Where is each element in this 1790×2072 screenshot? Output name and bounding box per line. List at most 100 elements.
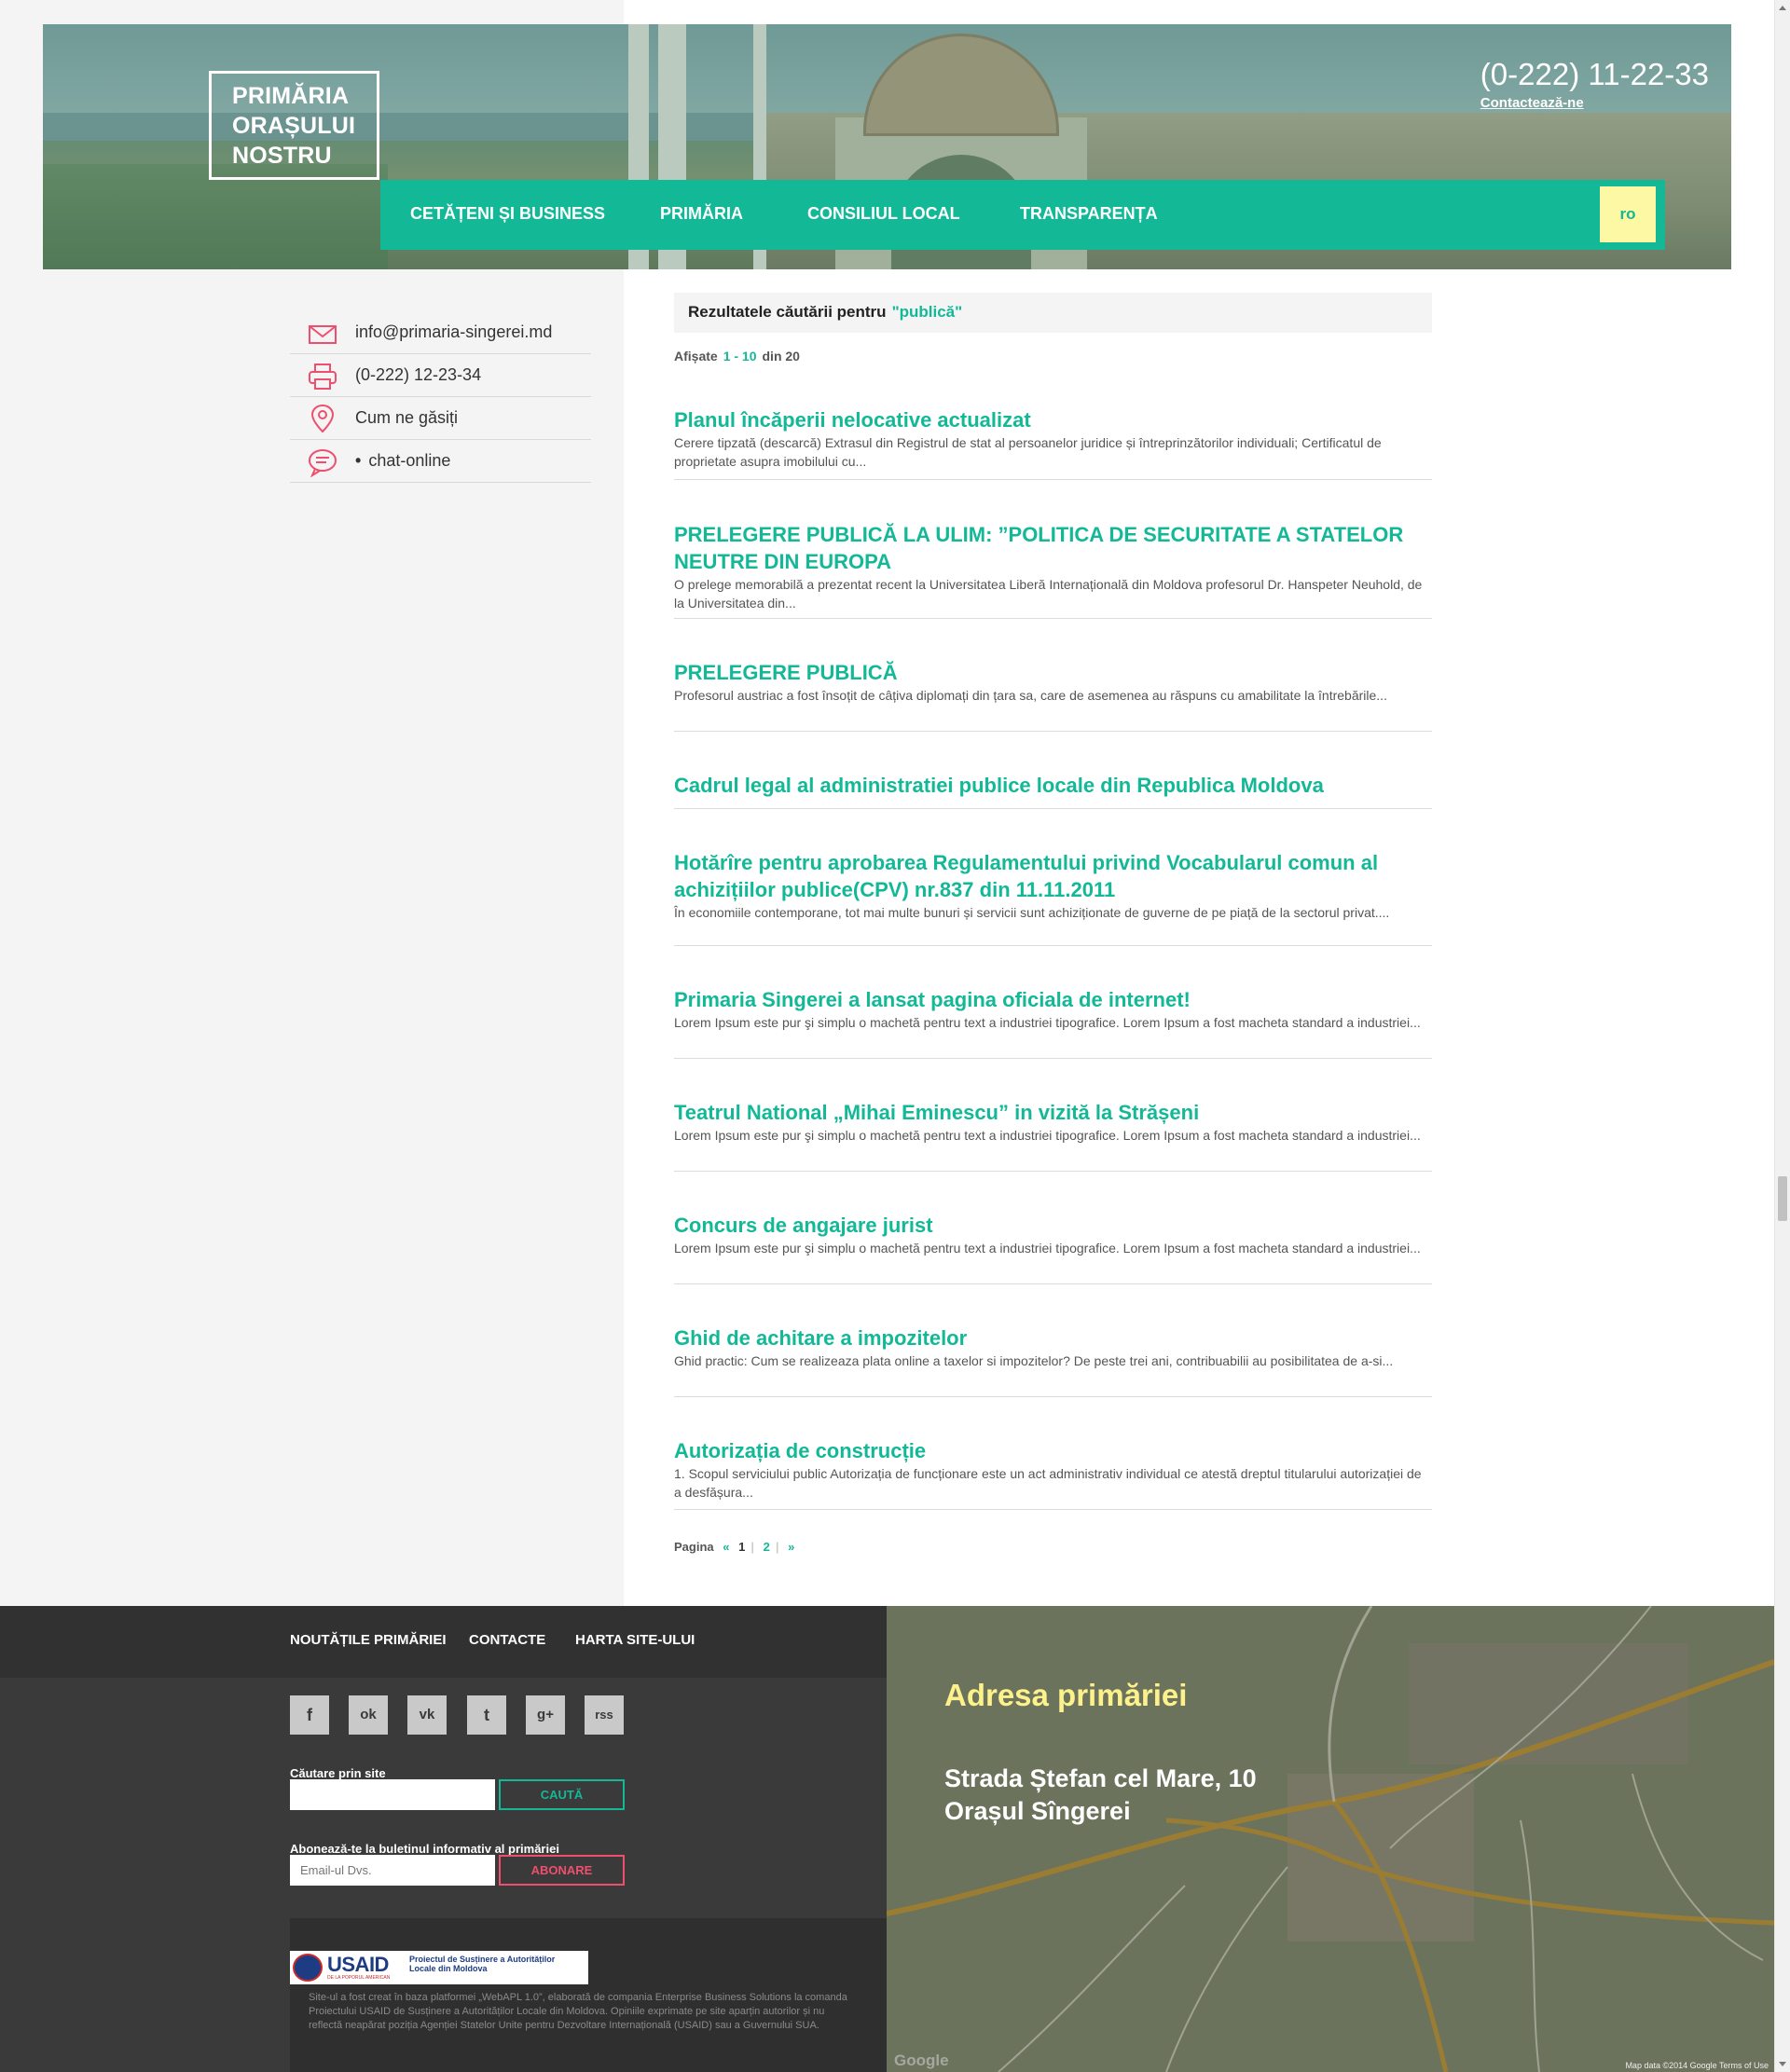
sidebar-contacts: info@primaria-singerei.md (0-222) 12-23-… [290,311,591,483]
header-phone: (0-222) 11-22-33 [1480,57,1709,91]
result-title[interactable]: Primaria Singerei a lansat pagina oficia… [674,986,1432,1013]
address-text: Strada Ștefan cel Mare, 10 Orașul Sînger… [944,1763,1257,1828]
result-description: Lorem Ipsum este pur şi simplu o machetă… [674,1241,1421,1256]
usaid-logo[interactable]: USAID DE LA POPORUL AMERICAN Proiectul d… [290,1951,588,1984]
scroll-up-icon[interactable] [1779,6,1786,10]
result-item: PRELEGERE PUBLICĂ Profesorul austriac a … [674,659,1432,732]
envelope-icon [309,325,337,344]
search-query: "publică" [891,303,963,321]
footer-nav-harta[interactable]: HARTA SITE-ULUI [575,1632,695,1648]
sidebar-item-label: info@primaria-singerei.md [355,322,553,341]
address-city: Orașul Sîngerei [944,1797,1131,1825]
results-list: Planul încăperii nelocative actualizat C… [674,406,1432,1510]
nav-consiliul-local[interactable]: CONSILIUL LOCAL [807,180,960,250]
search-results: Rezultatele căutării pentru "publică" Afi… [674,293,1432,1510]
pagination-prev[interactable]: « [723,1540,729,1554]
result-item: Autorizația de construcție 1. Scopul ser… [674,1437,1432,1510]
result-title[interactable]: Teatrul National „Mihai Eminescu” in viz… [674,1099,1432,1126]
address-title: Adresa primăriei [944,1678,1188,1712]
result-title[interactable]: PRELEGERE PUBLICĂ [674,659,1432,686]
result-item: Primaria Singerei a lansat pagina oficia… [674,986,1432,1059]
twitter-icon[interactable]: t [467,1695,506,1735]
chat-bullet: • [355,451,362,470]
nav-transparenta[interactable]: TRANSPARENȚA [1020,180,1158,250]
result-title[interactable]: Planul încăperii nelocative actualizat [674,406,1432,433]
result-title[interactable]: PRELEGERE PUBLICĂ LA ULIM: ”POLITICA DE … [674,521,1432,575]
main-navigation: CETĂȚENI ȘI BUSINESS PRIMĂRIA CONSILIUL … [380,180,1665,250]
result-item: Planul încăperii nelocative actualizat C… [674,406,1432,480]
usaid-name: USAID [327,1953,389,1976]
results-count: Afișate 1 - 10 din 20 [674,349,1432,365]
chat-icon [309,449,337,477]
pagination: Pagina « 1 | 2 | » [674,1540,795,1554]
newsletter-label: Abonează-te la buletinul informativ al p… [290,1842,559,1856]
contact-link[interactable]: Contactează-ne [1480,95,1709,111]
results-shown-label: Afișate [674,349,718,364]
scroll-down-icon[interactable] [1779,2062,1786,2066]
result-title[interactable]: Concurs de angajare jurist [674,1212,1432,1239]
pagination-page-2[interactable]: 2 [764,1540,770,1554]
header-contact: (0-222) 11-22-33 Contactează-ne [1480,57,1709,112]
results-range: 1 - 10 [723,349,757,364]
sidebar-item-label: chat-online [368,451,451,470]
subscribe-button[interactable]: ABONARE [499,1855,625,1886]
sidebar-item-label: Cum ne găsiți [355,408,459,427]
footer-credits: USAID DE LA POPORUL AMERICAN Proiectul d… [290,1918,887,2072]
sidebar-item-email[interactable]: info@primaria-singerei.md [290,311,591,354]
printer-icon [309,364,337,390]
map-credit[interactable]: Map data ©2014 Google Terms of Use [1625,2061,1769,2070]
site-logo[interactable]: PRIMĂRIA ORAȘULUI NOSTRU [209,71,379,180]
rss-icon[interactable]: rss [585,1695,624,1735]
sidebar-item-phone[interactable]: (0-222) 12-23-34 [290,354,591,397]
logo-line: PRIMĂRIA [232,83,350,109]
result-description: Lorem Ipsum este pur şi simplu o machetă… [674,1015,1421,1030]
sidebar-item-chat[interactable]: • chat-online [290,440,591,483]
result-item: Hotărîre pentru aprobarea Regulamentului… [674,849,1432,946]
result-title[interactable]: Cadrul legal al administratiei publice l… [674,772,1432,799]
result-title[interactable]: Autorizația de construcție [674,1437,1432,1464]
facebook-icon[interactable]: f [290,1695,329,1735]
result-description: O prelege memorabilă a prezentat recent … [674,577,1423,611]
scrollbar[interactable] [1774,0,1790,2072]
site-search-input[interactable] [290,1779,495,1810]
search-heading-label: Rezultatele căutării pentru [688,303,887,321]
sidebar-item-label: (0-222) 12-23-34 [355,365,482,384]
newsletter-email-input[interactable] [290,1855,495,1886]
page: PRIMĂRIA ORAȘULUI NOSTRU (0-222) 11-22-3… [0,0,1774,2072]
vk-icon[interactable]: vk [407,1695,447,1735]
search-button[interactable]: CAUTĂ [499,1779,625,1810]
scrollbar-thumb[interactable] [1778,1176,1787,1221]
google-plus-icon[interactable]: g+ [526,1695,565,1735]
logo-line: NOSTRU [232,143,332,169]
pagination-next[interactable]: » [788,1540,794,1554]
result-title[interactable]: Hotărîre pentru aprobarea Regulamentului… [674,849,1432,903]
result-title[interactable]: Ghid de achitare a impozitelor [674,1324,1432,1352]
result-item: Concurs de angajare jurist Lorem Ipsum e… [674,1212,1432,1284]
nav-cetateni-business[interactable]: CETĂȚENI ȘI BUSINESS [410,180,605,250]
result-description: Lorem Ipsum este pur şi simplu o machetă… [674,1128,1421,1143]
map[interactable]: Adresa primăriei Strada Ștefan cel Mare,… [887,1606,1774,2072]
search-heading: Rezultatele căutării pentru "publică" [674,293,1432,333]
result-description: În economiile contemporane, tot mai mult… [674,905,1390,920]
nav-primaria[interactable]: PRIMĂRIA [660,180,743,250]
usaid-subtitle: DE LA POPORUL AMERICAN [327,1975,391,1981]
footer-note: Site-ul a fost creat în baza platformei … [309,1992,847,2031]
footer-nav-noutati[interactable]: NOUTĂȚILE PRIMĂRIEI [290,1632,447,1648]
usaid-seal-icon [293,1954,323,1982]
result-item: Cadrul legal al administratiei publice l… [674,772,1432,809]
sidebar-item-location[interactable]: Cum ne găsiți [290,397,591,440]
results-total: din 20 [762,349,800,364]
pagination-page-current: 1 [738,1540,746,1554]
result-item: PRELEGERE PUBLICĂ LA ULIM: ”POLITICA DE … [674,521,1432,619]
map-pin-icon [310,404,335,433]
result-item: Teatrul National „Mihai Eminescu” in viz… [674,1099,1432,1172]
odnoklassniki-icon[interactable]: ok [349,1695,388,1735]
result-description: 1. Scopul serviciului public Autorizația… [674,1466,1422,1500]
logo-line: ORAȘULUI [232,113,356,139]
language-switch[interactable]: ro [1600,186,1656,242]
footer: NOUTĂȚILE PRIMĂRIEI CONTACTE HARTA SITE-… [0,1606,1774,2072]
usaid-project: Proiectul de Susținere a Autorităților L… [409,1955,556,1973]
result-description: Profesorul austriac a fost însoțit de câ… [674,688,1387,703]
footer-nav-contacte[interactable]: CONTACTE [469,1632,545,1648]
google-logo: Google [894,2051,949,2069]
